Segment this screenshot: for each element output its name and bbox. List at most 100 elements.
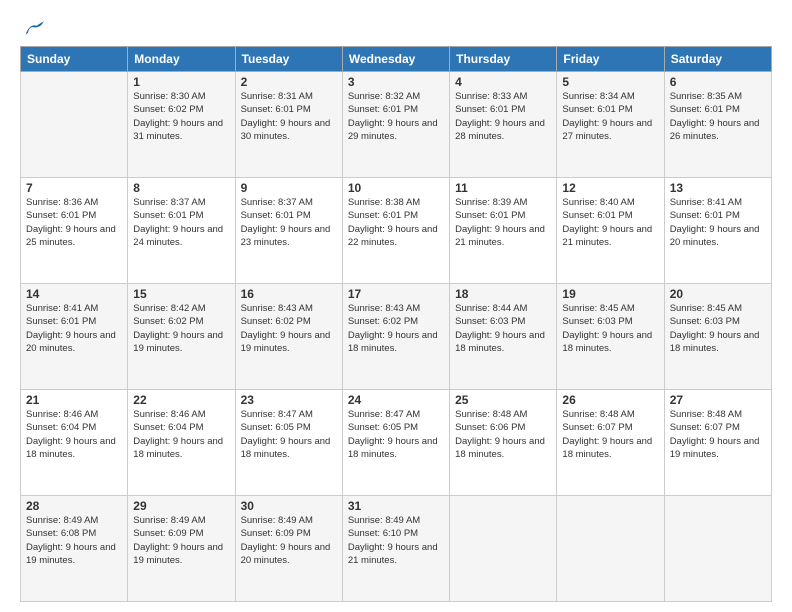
day-info: Sunrise: 8:35 AMSunset: 6:01 PMDaylight:… bbox=[670, 90, 766, 143]
calendar-cell: 30Sunrise: 8:49 AMSunset: 6:09 PMDayligh… bbox=[235, 496, 342, 602]
day-number: 17 bbox=[348, 287, 444, 301]
calendar-cell: 2Sunrise: 8:31 AMSunset: 6:01 PMDaylight… bbox=[235, 72, 342, 178]
day-info: Sunrise: 8:30 AMSunset: 6:02 PMDaylight:… bbox=[133, 90, 229, 143]
day-number: 6 bbox=[670, 75, 766, 89]
day-number: 1 bbox=[133, 75, 229, 89]
day-info: Sunrise: 8:36 AMSunset: 6:01 PMDaylight:… bbox=[26, 196, 122, 249]
calendar-week-1: 1Sunrise: 8:30 AMSunset: 6:02 PMDaylight… bbox=[21, 72, 772, 178]
calendar-cell: 25Sunrise: 8:48 AMSunset: 6:06 PMDayligh… bbox=[450, 390, 557, 496]
calendar-cell: 1Sunrise: 8:30 AMSunset: 6:02 PMDaylight… bbox=[128, 72, 235, 178]
day-info: Sunrise: 8:45 AMSunset: 6:03 PMDaylight:… bbox=[562, 302, 658, 355]
day-info: Sunrise: 8:48 AMSunset: 6:07 PMDaylight:… bbox=[562, 408, 658, 461]
calendar-cell: 31Sunrise: 8:49 AMSunset: 6:10 PMDayligh… bbox=[342, 496, 449, 602]
day-info: Sunrise: 8:46 AMSunset: 6:04 PMDaylight:… bbox=[26, 408, 122, 461]
day-number: 13 bbox=[670, 181, 766, 195]
weekday-header-tuesday: Tuesday bbox=[235, 47, 342, 72]
calendar-week-4: 21Sunrise: 8:46 AMSunset: 6:04 PMDayligh… bbox=[21, 390, 772, 496]
logo bbox=[20, 18, 44, 36]
day-number: 16 bbox=[241, 287, 337, 301]
weekday-header-friday: Friday bbox=[557, 47, 664, 72]
calendar-cell: 23Sunrise: 8:47 AMSunset: 6:05 PMDayligh… bbox=[235, 390, 342, 496]
day-number: 23 bbox=[241, 393, 337, 407]
day-info: Sunrise: 8:44 AMSunset: 6:03 PMDaylight:… bbox=[455, 302, 551, 355]
day-number: 2 bbox=[241, 75, 337, 89]
calendar-cell: 13Sunrise: 8:41 AMSunset: 6:01 PMDayligh… bbox=[664, 178, 771, 284]
calendar-cell: 19Sunrise: 8:45 AMSunset: 6:03 PMDayligh… bbox=[557, 284, 664, 390]
day-number: 9 bbox=[241, 181, 337, 195]
calendar-cell: 10Sunrise: 8:38 AMSunset: 6:01 PMDayligh… bbox=[342, 178, 449, 284]
day-info: Sunrise: 8:34 AMSunset: 6:01 PMDaylight:… bbox=[562, 90, 658, 143]
day-number: 15 bbox=[133, 287, 229, 301]
day-number: 25 bbox=[455, 393, 551, 407]
day-info: Sunrise: 8:47 AMSunset: 6:05 PMDaylight:… bbox=[348, 408, 444, 461]
day-info: Sunrise: 8:41 AMSunset: 6:01 PMDaylight:… bbox=[670, 196, 766, 249]
calendar-cell: 5Sunrise: 8:34 AMSunset: 6:01 PMDaylight… bbox=[557, 72, 664, 178]
calendar-cell: 24Sunrise: 8:47 AMSunset: 6:05 PMDayligh… bbox=[342, 390, 449, 496]
day-number: 21 bbox=[26, 393, 122, 407]
calendar-cell bbox=[450, 496, 557, 602]
day-info: Sunrise: 8:41 AMSunset: 6:01 PMDaylight:… bbox=[26, 302, 122, 355]
calendar-cell: 4Sunrise: 8:33 AMSunset: 6:01 PMDaylight… bbox=[450, 72, 557, 178]
calendar-cell: 22Sunrise: 8:46 AMSunset: 6:04 PMDayligh… bbox=[128, 390, 235, 496]
day-info: Sunrise: 8:47 AMSunset: 6:05 PMDaylight:… bbox=[241, 408, 337, 461]
day-info: Sunrise: 8:39 AMSunset: 6:01 PMDaylight:… bbox=[455, 196, 551, 249]
day-info: Sunrise: 8:37 AMSunset: 6:01 PMDaylight:… bbox=[241, 196, 337, 249]
day-info: Sunrise: 8:49 AMSunset: 6:08 PMDaylight:… bbox=[26, 514, 122, 567]
day-number: 10 bbox=[348, 181, 444, 195]
calendar-cell: 11Sunrise: 8:39 AMSunset: 6:01 PMDayligh… bbox=[450, 178, 557, 284]
header bbox=[20, 18, 772, 36]
calendar-cell bbox=[21, 72, 128, 178]
day-number: 7 bbox=[26, 181, 122, 195]
day-number: 28 bbox=[26, 499, 122, 513]
day-number: 18 bbox=[455, 287, 551, 301]
weekday-header-sunday: Sunday bbox=[21, 47, 128, 72]
day-info: Sunrise: 8:38 AMSunset: 6:01 PMDaylight:… bbox=[348, 196, 444, 249]
calendar-cell: 14Sunrise: 8:41 AMSunset: 6:01 PMDayligh… bbox=[21, 284, 128, 390]
day-info: Sunrise: 8:49 AMSunset: 6:09 PMDaylight:… bbox=[241, 514, 337, 567]
day-number: 12 bbox=[562, 181, 658, 195]
weekday-header-saturday: Saturday bbox=[664, 47, 771, 72]
calendar-cell: 7Sunrise: 8:36 AMSunset: 6:01 PMDaylight… bbox=[21, 178, 128, 284]
day-number: 8 bbox=[133, 181, 229, 195]
calendar-cell: 15Sunrise: 8:42 AMSunset: 6:02 PMDayligh… bbox=[128, 284, 235, 390]
calendar-cell: 3Sunrise: 8:32 AMSunset: 6:01 PMDaylight… bbox=[342, 72, 449, 178]
weekday-header-row: SundayMondayTuesdayWednesdayThursdayFrid… bbox=[21, 47, 772, 72]
day-number: 3 bbox=[348, 75, 444, 89]
day-info: Sunrise: 8:31 AMSunset: 6:01 PMDaylight:… bbox=[241, 90, 337, 143]
day-number: 20 bbox=[670, 287, 766, 301]
day-number: 29 bbox=[133, 499, 229, 513]
day-number: 30 bbox=[241, 499, 337, 513]
calendar-week-3: 14Sunrise: 8:41 AMSunset: 6:01 PMDayligh… bbox=[21, 284, 772, 390]
calendar: SundayMondayTuesdayWednesdayThursdayFrid… bbox=[20, 46, 772, 602]
day-info: Sunrise: 8:49 AMSunset: 6:10 PMDaylight:… bbox=[348, 514, 444, 567]
day-number: 4 bbox=[455, 75, 551, 89]
day-info: Sunrise: 8:43 AMSunset: 6:02 PMDaylight:… bbox=[348, 302, 444, 355]
calendar-cell: 12Sunrise: 8:40 AMSunset: 6:01 PMDayligh… bbox=[557, 178, 664, 284]
day-info: Sunrise: 8:33 AMSunset: 6:01 PMDaylight:… bbox=[455, 90, 551, 143]
calendar-cell: 29Sunrise: 8:49 AMSunset: 6:09 PMDayligh… bbox=[128, 496, 235, 602]
calendar-cell bbox=[557, 496, 664, 602]
day-number: 27 bbox=[670, 393, 766, 407]
day-info: Sunrise: 8:49 AMSunset: 6:09 PMDaylight:… bbox=[133, 514, 229, 567]
calendar-cell: 16Sunrise: 8:43 AMSunset: 6:02 PMDayligh… bbox=[235, 284, 342, 390]
day-info: Sunrise: 8:32 AMSunset: 6:01 PMDaylight:… bbox=[348, 90, 444, 143]
day-number: 11 bbox=[455, 181, 551, 195]
day-number: 19 bbox=[562, 287, 658, 301]
weekday-header-monday: Monday bbox=[128, 47, 235, 72]
day-info: Sunrise: 8:42 AMSunset: 6:02 PMDaylight:… bbox=[133, 302, 229, 355]
calendar-cell: 28Sunrise: 8:49 AMSunset: 6:08 PMDayligh… bbox=[21, 496, 128, 602]
day-info: Sunrise: 8:46 AMSunset: 6:04 PMDaylight:… bbox=[133, 408, 229, 461]
calendar-cell: 21Sunrise: 8:46 AMSunset: 6:04 PMDayligh… bbox=[21, 390, 128, 496]
day-info: Sunrise: 8:40 AMSunset: 6:01 PMDaylight:… bbox=[562, 196, 658, 249]
day-info: Sunrise: 8:48 AMSunset: 6:06 PMDaylight:… bbox=[455, 408, 551, 461]
calendar-cell: 26Sunrise: 8:48 AMSunset: 6:07 PMDayligh… bbox=[557, 390, 664, 496]
calendar-cell: 6Sunrise: 8:35 AMSunset: 6:01 PMDaylight… bbox=[664, 72, 771, 178]
calendar-cell: 18Sunrise: 8:44 AMSunset: 6:03 PMDayligh… bbox=[450, 284, 557, 390]
calendar-week-2: 7Sunrise: 8:36 AMSunset: 6:01 PMDaylight… bbox=[21, 178, 772, 284]
calendar-cell: 8Sunrise: 8:37 AMSunset: 6:01 PMDaylight… bbox=[128, 178, 235, 284]
day-number: 14 bbox=[26, 287, 122, 301]
day-number: 26 bbox=[562, 393, 658, 407]
day-number: 24 bbox=[348, 393, 444, 407]
day-number: 31 bbox=[348, 499, 444, 513]
calendar-week-5: 28Sunrise: 8:49 AMSunset: 6:08 PMDayligh… bbox=[21, 496, 772, 602]
